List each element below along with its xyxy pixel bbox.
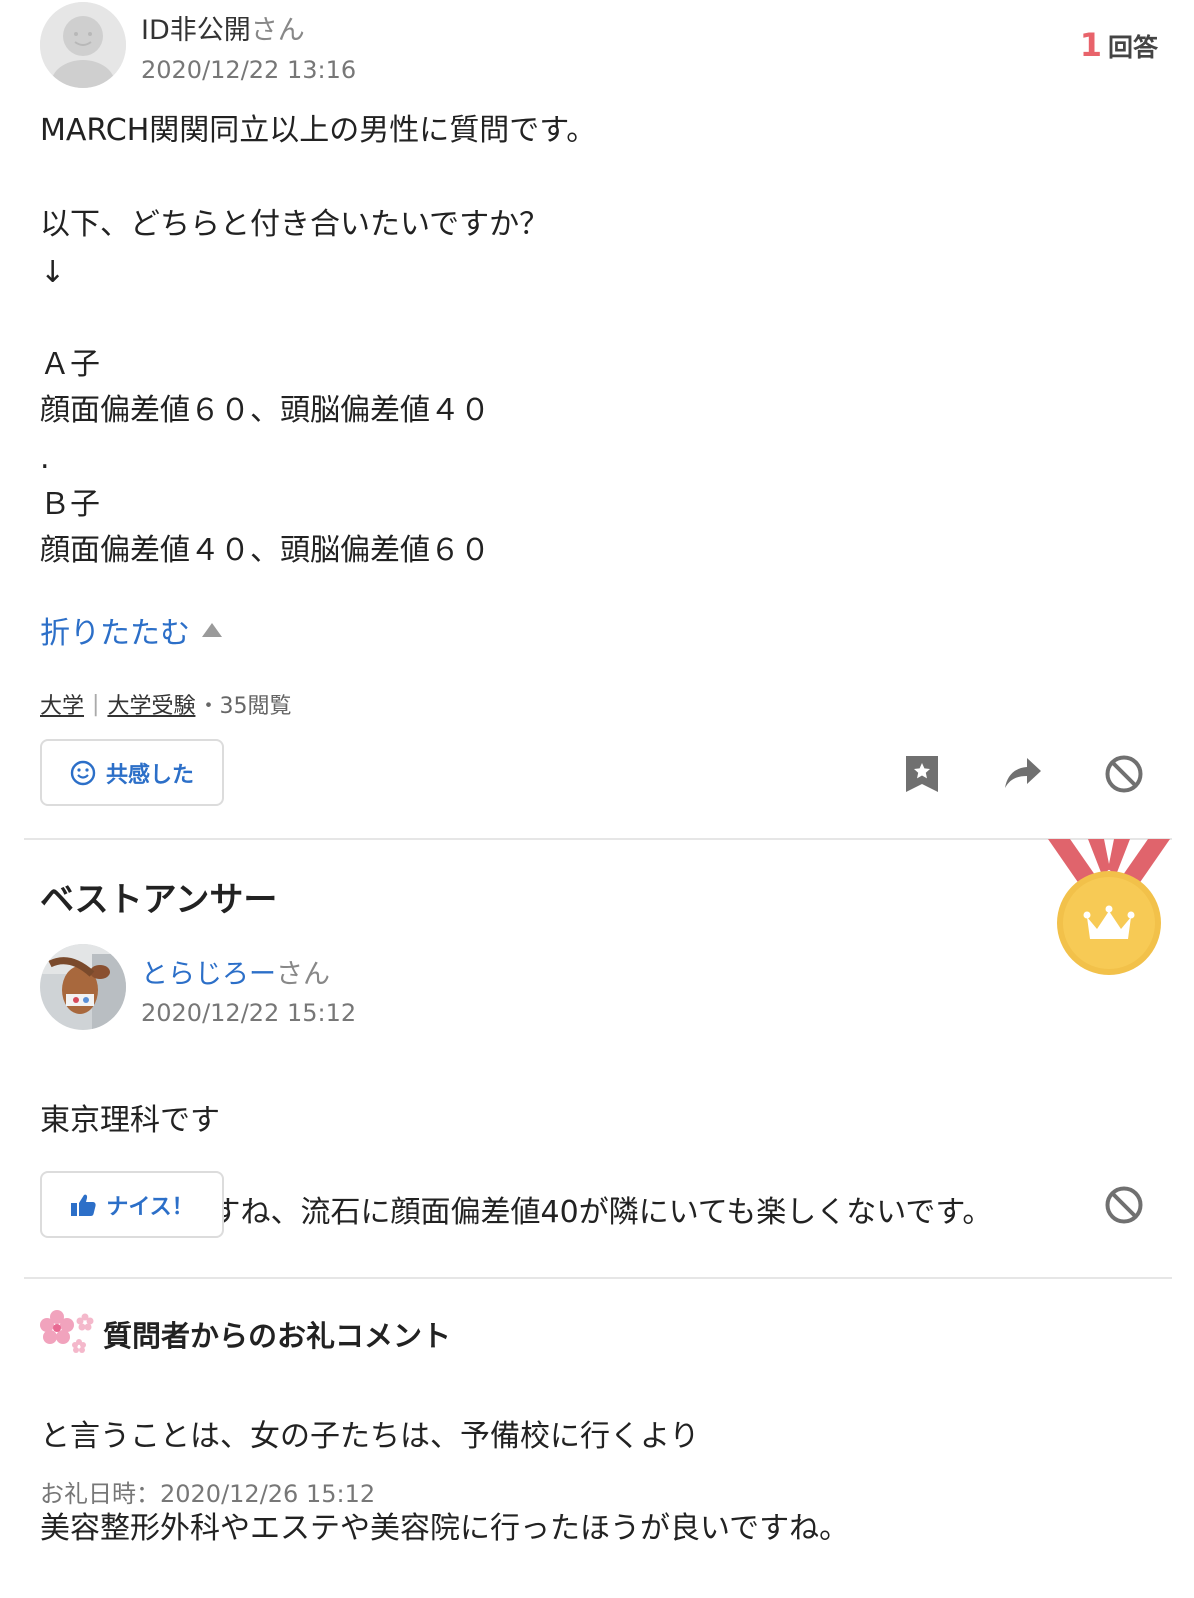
section-divider-1	[24, 838, 1172, 840]
question-timestamp: 2020/12/22 13:16	[141, 56, 357, 84]
answer-count-label: 回答	[1107, 33, 1158, 62]
thanks-line-2: 美容整形外科やエステや美容院に行ったほうが良いですね。	[40, 1511, 850, 1546]
answer-body: 東京理科です 自分はA子ですね、流石に顔面偏差値40が隣にいても楽しくないです。	[40, 1052, 1160, 1282]
sakura-icon	[40, 1310, 94, 1353]
answer-count-number: 1	[1079, 26, 1102, 64]
section-divider-2	[24, 1277, 1172, 1279]
thanks-line-1: と言うことは、女の子たちは、予備校に行くより	[40, 1419, 700, 1454]
empathy-button[interactable]: 共感した	[40, 739, 224, 806]
view-count: ・35閲覧	[197, 694, 292, 719]
block-icon[interactable]	[1104, 754, 1144, 794]
option-b-desc: 顔面偏差値４０、頭脳偏差値６０	[40, 533, 490, 568]
question-line-1: MARCH関関同立以上の男性に質問です。	[40, 113, 597, 148]
bookmark-icon[interactable]	[904, 754, 940, 794]
option-b-label: Ｂ子	[40, 487, 100, 522]
option-separator: .	[40, 441, 50, 476]
nice-label: ナイス！	[106, 1194, 194, 1220]
collapse-link[interactable]: 折りたたむ	[40, 608, 222, 652]
medal-icon	[1048, 839, 1170, 975]
answerer-username[interactable]: とらじろーさん	[141, 952, 330, 991]
question-body: MARCH関関同立以上の男性に質問です。 以下、どちらと付き合いたいですか？ ↓…	[40, 108, 1150, 568]
empathy-label: 共感した	[105, 762, 194, 788]
best-answer-heading: ベストアンサー	[40, 880, 278, 920]
category-separator: |	[92, 691, 100, 717]
triangle-up-icon	[202, 623, 222, 637]
collapse-label: 折りたたむ	[40, 616, 190, 651]
question-line-3: ↓	[40, 255, 66, 290]
answerer-username-text: とらじろー	[141, 959, 276, 990]
default-avatar-icon	[40, 2, 126, 88]
answerer-avatar[interactable]	[40, 944, 126, 1030]
question-username[interactable]: ID非公開さん	[141, 8, 305, 47]
option-a-label: Ａ子	[40, 347, 100, 382]
smile-icon	[70, 760, 96, 785]
answer-timestamp: 2020/12/22 15:12	[141, 999, 357, 1027]
question-meta: 大学 | 大学受験 ・35閲覧	[40, 688, 291, 720]
thumbs-up-icon	[71, 1194, 96, 1216]
question-username-text: ID非公開	[141, 15, 251, 46]
share-arrow-icon[interactable]	[1003, 756, 1043, 792]
answerer-username-suffix: さん	[276, 959, 330, 990]
nice-button[interactable]: ナイス！	[40, 1171, 224, 1238]
answer-count[interactable]: 1 回答	[1080, 26, 1158, 64]
question-username-suffix: さん	[250, 15, 305, 46]
category-link-university[interactable]: 大学	[40, 688, 84, 720]
category-link-exam[interactable]: 大学受験	[107, 688, 195, 720]
question-line-2: 以下、どちらと付き合いたいですか？	[40, 207, 550, 242]
block-icon-answer[interactable]	[1104, 1185, 1144, 1225]
question-avatar	[40, 2, 126, 88]
option-a-desc: 顔面偏差値６０、頭脳偏差値４０	[40, 393, 490, 428]
thanks-date: お礼日時：2020/12/26 15:12	[40, 1480, 376, 1508]
thanks-heading: 質問者からのお礼コメント	[103, 1319, 452, 1353]
answer-line-1: 東京理科です	[40, 1103, 220, 1138]
